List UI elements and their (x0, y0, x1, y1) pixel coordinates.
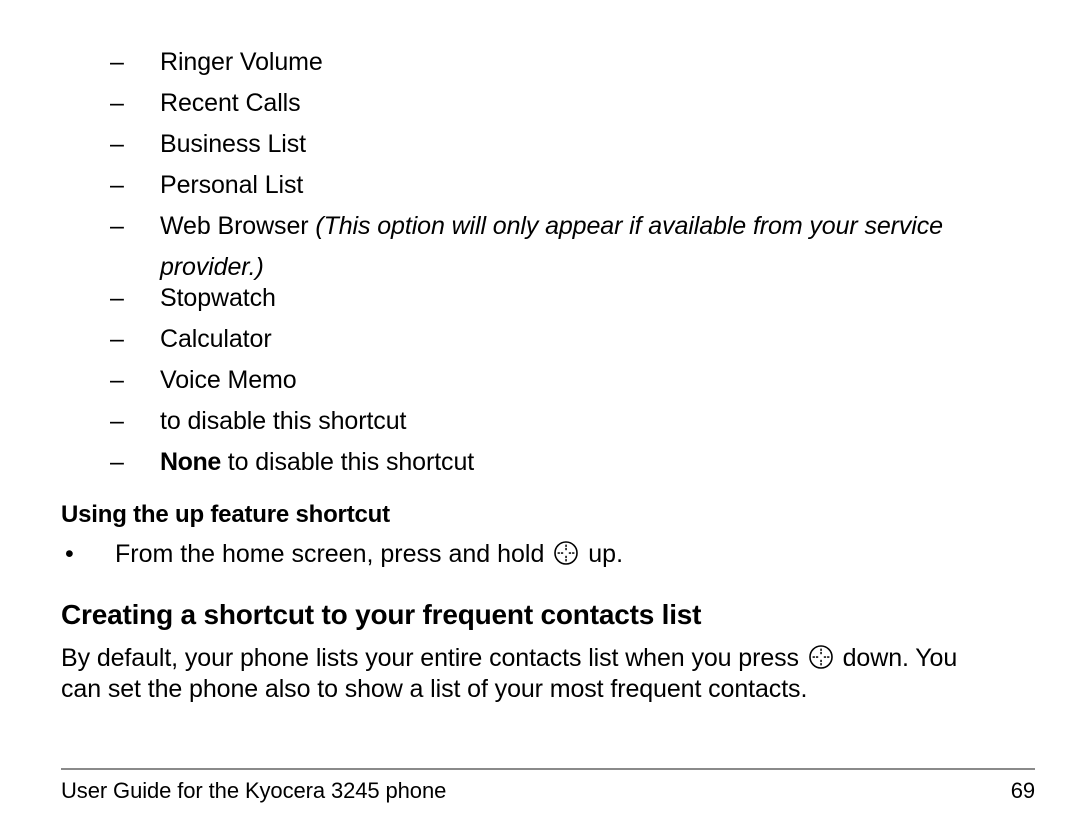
dash-marker: – (110, 366, 124, 394)
up-shortcut-bullet: • From the home screen, press and hold up… (0, 537, 1000, 571)
list-item: – Recent Calls (0, 83, 361, 124)
bullet-marker: • (65, 540, 74, 568)
dash-marker: – (110, 89, 124, 117)
list-item-label: Stopwatch (160, 284, 276, 312)
dash-marker: – (110, 48, 124, 76)
list-item-label: Calculator (160, 325, 272, 353)
list-item-label: Ringer Volume (160, 48, 323, 76)
list-item-label: Web Browser (160, 212, 316, 240)
list-item-emphasis: None (160, 448, 221, 476)
list-item: – None to disable this shortcut (0, 442, 534, 483)
list-item: – Stopwatch (0, 278, 336, 319)
list-item: – Business List (0, 124, 366, 165)
list-item: – Voice Memo (0, 360, 357, 401)
footer: User Guide for the Kyocera 3245 phone 69 (61, 777, 1035, 805)
bullet-text-after: up. (581, 540, 624, 568)
list-item: – Ringer Volume (0, 42, 383, 83)
footer-divider (61, 768, 1035, 770)
dash-marker: – (110, 130, 124, 158)
page-title: Creating a shortcut to your frequent con… (61, 599, 702, 630)
list-item-label: Voice Memo (160, 366, 297, 394)
dash-marker: – (110, 325, 124, 353)
paragraph-text-before: By default, your phone lists your entire… (61, 644, 806, 672)
list-item-label: Business List (160, 130, 306, 158)
list-item: – Calculator (0, 319, 332, 360)
navigation-key-icon (553, 540, 579, 566)
list-item-label: to disable this shortcut (160, 407, 407, 435)
navigation-key-icon (808, 644, 834, 670)
dash-marker: – (110, 284, 124, 312)
footer-guide-title: User Guide for the Kyocera 3245 phone (61, 778, 447, 803)
document-page: – Ringer Volume – Recent Calls – Busines… (0, 0, 1080, 834)
section-sub-heading: Using the up feature shortcut (61, 501, 390, 528)
dash-marker: – (110, 407, 124, 435)
list-item-label: Personal List (160, 171, 304, 199)
bullet-text-before: From the home screen, press and hold (115, 540, 552, 568)
dash-marker: – (110, 171, 124, 199)
footer-page-number: 69 (1010, 778, 1035, 803)
list-item-label: to disable this shortcut (220, 448, 475, 476)
list-item: – to disable this shortcut (0, 401, 466, 442)
dash-marker: – (110, 448, 124, 476)
body-paragraph: By default, your phone lists your entire… (61, 643, 991, 705)
list-item-label: Recent Calls (160, 89, 301, 117)
dash-marker: – (110, 212, 124, 240)
list-item: – Personal List (0, 165, 363, 206)
list-item: – Web Browser (This option will only appe… (0, 206, 1080, 288)
